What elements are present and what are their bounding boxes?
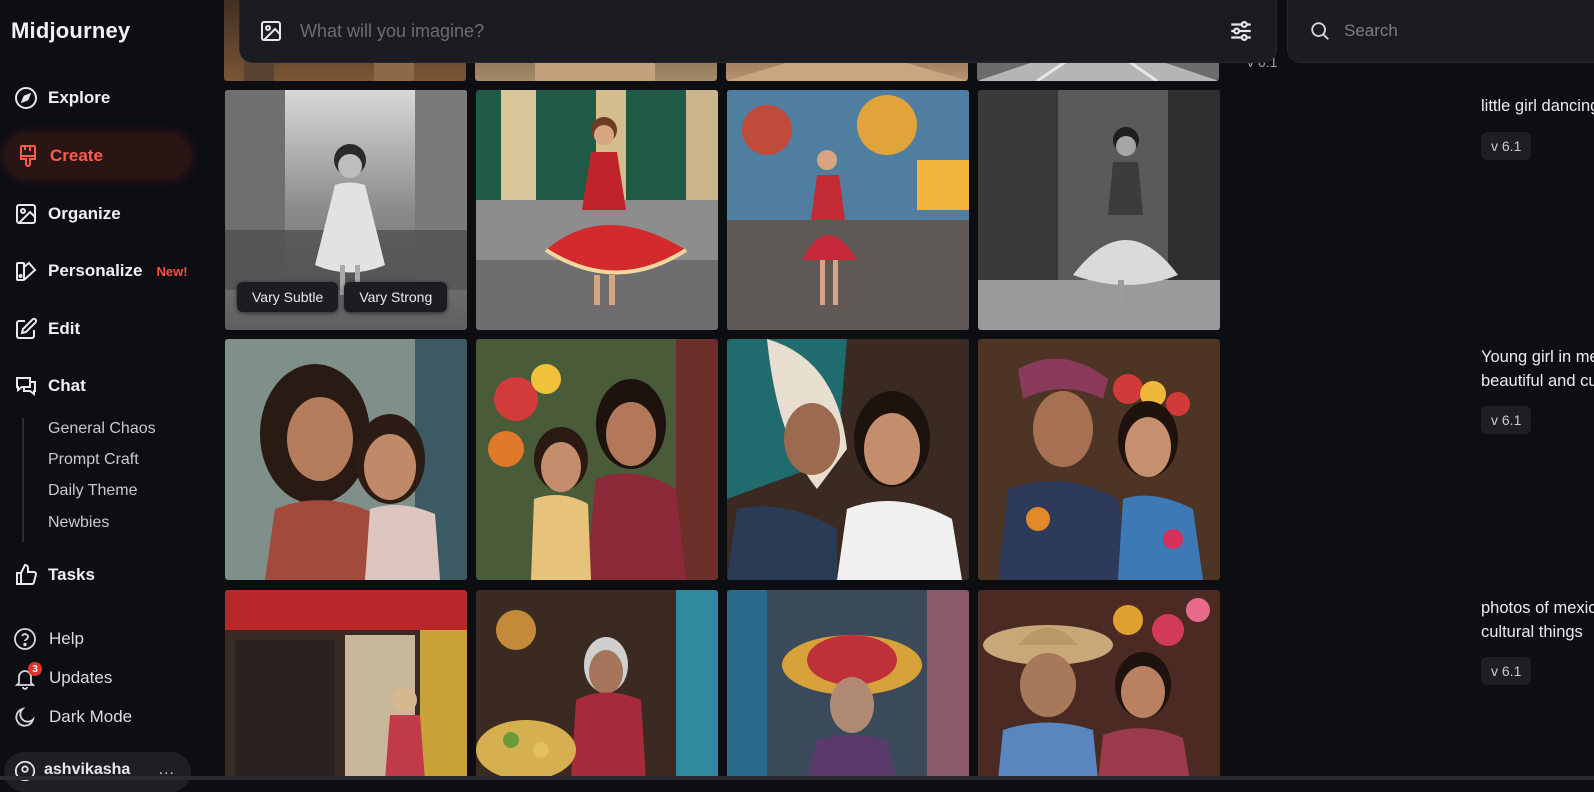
bell-icon: 3 xyxy=(12,662,42,691)
horizontal-scrollbar[interactable] xyxy=(0,776,1594,780)
personalize-icon xyxy=(13,258,39,284)
version-badge: v 6.1 xyxy=(1481,657,1532,685)
nav-create-label: Create xyxy=(50,146,103,165)
chat-icon xyxy=(13,373,39,399)
prompt-text[interactable]: little girl dancing in mexico city xyxy=(1481,94,1594,118)
feed-image[interactable] xyxy=(225,339,467,580)
edit-icon xyxy=(13,316,39,342)
feed-image[interactable] xyxy=(978,90,1220,330)
thumbs-up-icon xyxy=(13,562,39,588)
feed-image[interactable] xyxy=(978,339,1220,580)
chat-divider-line xyxy=(22,418,24,542)
feed-image[interactable] xyxy=(225,590,467,780)
chat-room-general-chaos[interactable]: General Chaos xyxy=(48,420,156,438)
vary-buttons: Vary Subtle Vary Strong xyxy=(237,282,448,312)
brush-icon xyxy=(15,143,41,169)
help-icon xyxy=(12,626,38,652)
search-icon xyxy=(1308,19,1332,43)
feed-image[interactable] xyxy=(476,90,718,330)
feed-image[interactable] xyxy=(727,339,969,580)
prompt-text[interactable]: photos of mexico city and people and cul… xyxy=(1481,596,1594,644)
chat-room-prompt-craft[interactable]: Prompt Craft xyxy=(48,451,139,469)
nav-organize[interactable]: Organize xyxy=(0,192,224,236)
compass-icon xyxy=(13,85,39,111)
nav-edit[interactable]: Edit xyxy=(0,307,224,351)
nav-create[interactable]: Create xyxy=(4,134,191,178)
moon-icon xyxy=(12,704,38,730)
vary-subtle-button[interactable]: Vary Subtle xyxy=(237,282,339,312)
search-input[interactable]: Search xyxy=(1344,21,1398,41)
nav-chat[interactable]: Chat xyxy=(0,364,224,408)
image-feed: v 6.1 Vary Subtle Vary Strong xyxy=(224,0,1594,780)
nav-personalize-label: Personalize xyxy=(48,261,143,280)
sliders-icon[interactable] xyxy=(1226,16,1256,46)
help-link[interactable]: Help xyxy=(0,621,224,657)
feed-image[interactable] xyxy=(476,339,718,580)
nav-chat-label: Chat xyxy=(48,376,86,395)
image-icon xyxy=(13,201,39,227)
updates-label: Updates xyxy=(49,668,113,687)
imagine-bar[interactable]: What will you imagine? xyxy=(239,0,1277,63)
prompt-text[interactable]: Young girl in mexico city with her mom, … xyxy=(1481,345,1594,393)
feed-image[interactable] xyxy=(978,590,1220,780)
nav-edit-label: Edit xyxy=(48,319,81,338)
image-upload-icon[interactable] xyxy=(258,18,284,44)
search-bar[interactable]: Search xyxy=(1287,0,1594,63)
user-menu[interactable]: ashvikasha ... xyxy=(4,752,191,792)
imagine-input[interactable]: What will you imagine? xyxy=(300,21,484,42)
nav-explore-label: Explore xyxy=(48,88,111,107)
nav-organize-label: Organize xyxy=(48,204,121,223)
feed-image[interactable] xyxy=(476,590,718,780)
feed-image[interactable]: Vary Subtle Vary Strong xyxy=(225,90,467,330)
sidebar: Midjourney Explore Create Organize Perso… xyxy=(0,0,224,792)
user-avatar-icon xyxy=(14,760,36,787)
chat-room-newbies[interactable]: Newbies xyxy=(48,514,109,532)
feed-image[interactable] xyxy=(727,590,969,780)
nav-explore[interactable]: Explore xyxy=(0,76,224,120)
nav-personalize[interactable]: Personalize New! xyxy=(0,249,224,293)
version-badge: v 6.1 xyxy=(1481,132,1532,160)
updates-link[interactable]: 3 Updates xyxy=(0,660,224,696)
version-badge: v 6.1 xyxy=(1481,406,1532,434)
new-badge: New! xyxy=(156,263,188,279)
nav-tasks-label: Tasks xyxy=(48,565,95,584)
feed-image[interactable] xyxy=(727,90,969,330)
updates-count-badge: 3 xyxy=(28,662,42,676)
vary-strong-button[interactable]: Vary Strong xyxy=(344,282,448,312)
help-label: Help xyxy=(49,629,84,648)
dark-mode-label: Dark Mode xyxy=(49,707,133,726)
nav-tasks[interactable]: Tasks xyxy=(0,553,224,597)
dark-mode-toggle[interactable]: Dark Mode xyxy=(0,699,224,735)
app-logo[interactable]: Midjourney xyxy=(11,18,130,44)
chat-room-daily-theme[interactable]: Daily Theme xyxy=(48,482,138,500)
